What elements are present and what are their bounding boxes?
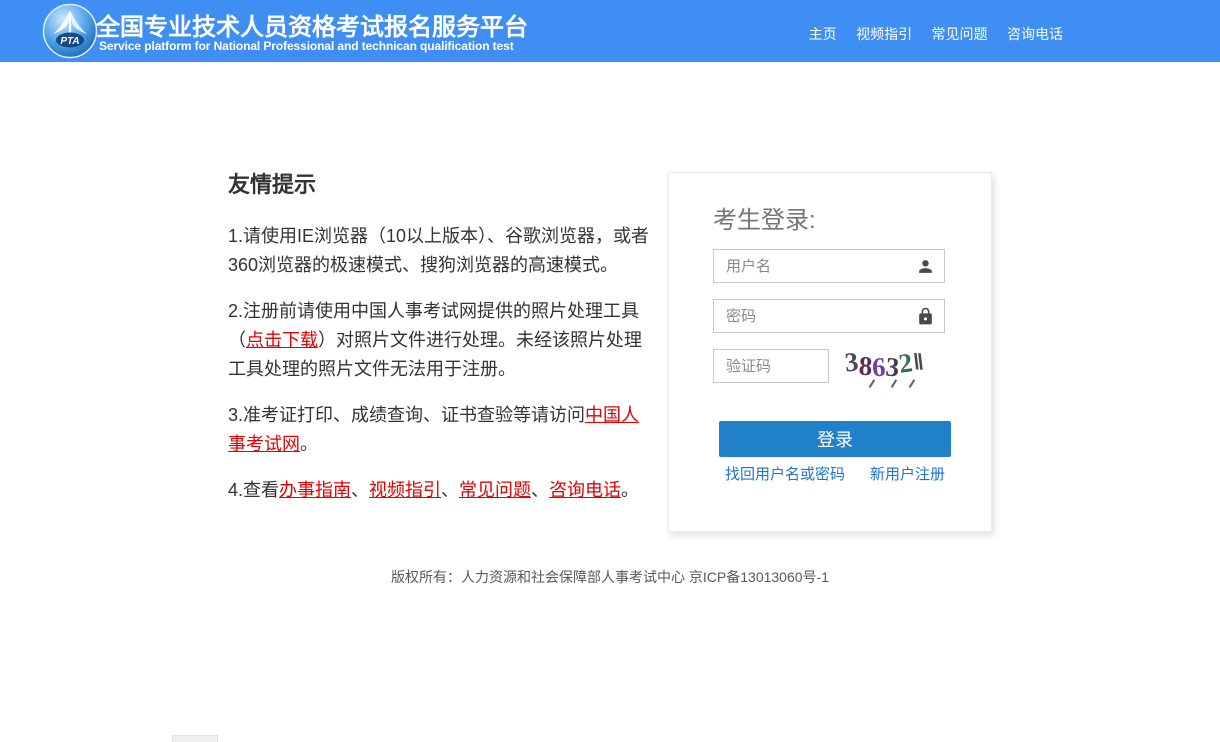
tip-item-3: 3.准考证打印、成绩查询、证书查验等请访问中国人事考试网。	[228, 401, 652, 459]
tip-4-sep-3: 、	[531, 480, 549, 500]
header-nav: 主页 视频指引 常见问题 咨询电话	[809, 24, 1063, 44]
tip-4-sep-2: 、	[441, 480, 459, 500]
nav-video-guide[interactable]: 视频指引	[856, 26, 912, 42]
login-title: 考生登录:	[713, 200, 816, 235]
username-input[interactable]	[714, 250, 944, 282]
register-link[interactable]: 新用户注册	[870, 463, 945, 484]
tip-item-2: 2.注册前请使用中国人事考试网提供的照片处理工具（点击下载）对照片文件进行处理。…	[228, 297, 652, 384]
captcha-field-wrap	[713, 349, 829, 383]
tip-3-text-b: 。	[300, 434, 318, 454]
pta-logo-icon: PTA	[42, 3, 98, 59]
nav-phone[interactable]: 咨询电话	[1007, 26, 1063, 42]
nav-home[interactable]: 主页	[809, 26, 837, 42]
captcha-noise-strokes: \\	[912, 349, 922, 376]
tips-title: 友情提示	[228, 167, 652, 199]
tip-item-1: 1.请使用IE浏览器（10以上版本）、谷歌浏览器，或者360浏览器的极速模式、搜…	[228, 222, 652, 280]
video-guide-link[interactable]: 视频指引	[369, 480, 441, 500]
login-panel: 考生登录: 38632\\ 登录 找回用户名或密码 新用户注册	[668, 172, 992, 532]
site-title: 全国专业技术人员资格考试报名服务平台	[96, 7, 528, 42]
captcha-digit: 8	[858, 349, 873, 384]
phone-link[interactable]: 咨询电话	[549, 480, 621, 500]
tip-4-text-a: 4.查看	[228, 480, 279, 500]
username-field-wrap	[713, 249, 945, 283]
login-links-row: 找回用户名或密码 新用户注册	[725, 463, 945, 484]
download-tool-link[interactable]: 点击下载	[246, 330, 318, 350]
copyright-text: 版权所有：人力资源和社会保障部人事考试中心 京ICP备13013060号-1	[391, 569, 829, 585]
user-icon	[916, 257, 935, 276]
captcha-noise-tick	[909, 379, 915, 387]
nav-faq[interactable]: 常见问题	[932, 26, 988, 42]
tips-section: 友情提示 1.请使用IE浏览器（10以上版本）、谷歌浏览器，或者360浏览器的极…	[228, 167, 652, 522]
guide-link[interactable]: 办事指南	[279, 480, 351, 500]
password-field-wrap	[713, 299, 945, 333]
captcha-digit: 2	[897, 345, 915, 381]
partial-element-bottom	[172, 735, 218, 742]
captcha-image[interactable]: 38632\\	[845, 345, 955, 389]
forgot-credentials-link[interactable]: 找回用户名或密码	[725, 463, 845, 484]
tip-1-text: 1.请使用IE浏览器（10以上版本）、谷歌浏览器，或者360浏览器的极速模式、搜…	[228, 226, 649, 275]
password-input[interactable]	[714, 300, 944, 332]
captcha-input[interactable]	[714, 350, 828, 382]
faq-link[interactable]: 常见问题	[459, 480, 531, 500]
logo-text: PTA	[60, 36, 79, 47]
lock-icon	[916, 307, 935, 326]
site-subtitle: Service platform for National Profession…	[99, 39, 514, 53]
header: PTA 全国专业技术人员资格考试报名服务平台 Service platform …	[0, 0, 1220, 62]
tip-4-sep-1: 、	[351, 480, 369, 500]
tip-item-4: 4.查看办事指南、视频指引、常见问题、咨询电话。	[228, 476, 652, 505]
login-button[interactable]: 登录	[719, 421, 951, 457]
footer: 版权所有：人力资源和社会保障部人事考试中心 京ICP备13013060号-1	[0, 567, 1220, 587]
tip-4-text-b: 。	[621, 480, 639, 500]
tip-3-text-a: 3.准考证打印、成绩查询、证书查验等请访问	[228, 405, 585, 425]
